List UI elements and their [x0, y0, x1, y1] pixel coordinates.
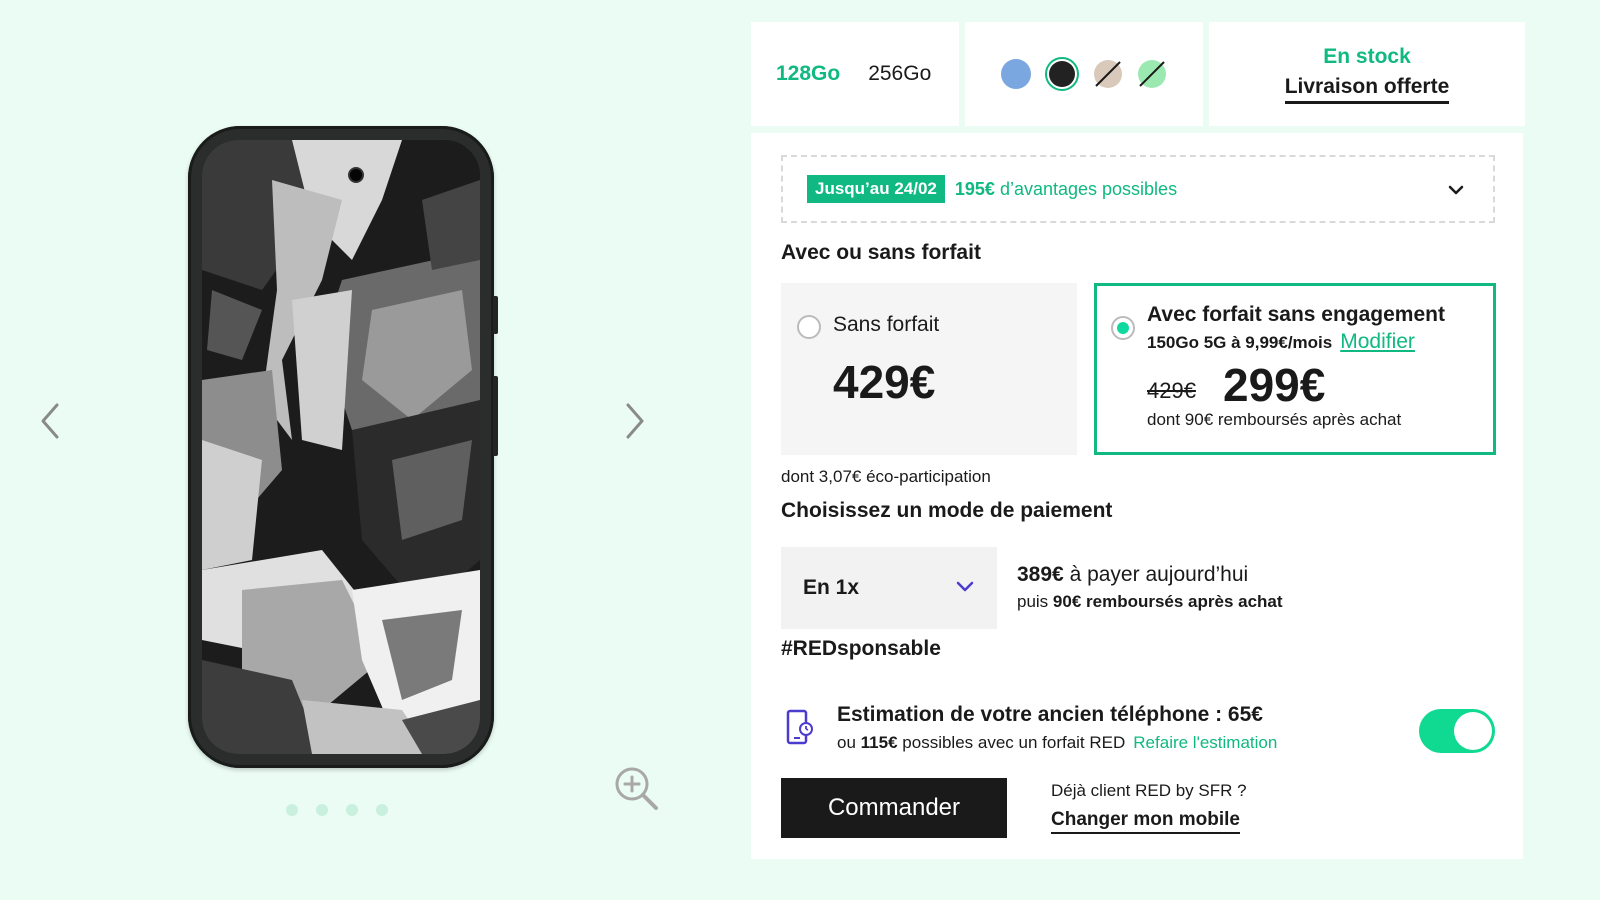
product-image: [188, 126, 494, 768]
chevron-down-icon[interactable]: [1447, 181, 1465, 199]
promo-text: 195€ d’avantages possibles: [955, 179, 1177, 200]
color-swatch-beige-unavailable[interactable]: [1093, 59, 1123, 89]
eco-participation: dont 3,07€ éco-participation: [781, 467, 991, 486]
avec-forfait-label: Avec forfait sans engagement: [1147, 303, 1445, 326]
pay-then-prefix: puis: [1017, 592, 1049, 611]
trade-in-toggle[interactable]: [1419, 709, 1495, 753]
sans-forfait-price: 429€: [833, 356, 936, 408]
avec-forfait-price: 299€: [1223, 359, 1326, 411]
responsable-title: #REDsponsable: [781, 637, 941, 660]
product-gallery: [0, 0, 700, 900]
estimate-amount: 115€: [860, 733, 898, 752]
pay-today: 389€ à payer aujourd’hui: [1017, 563, 1248, 587]
carousel-dot[interactable]: [346, 804, 358, 816]
modify-plan-link[interactable]: Modifier: [1340, 330, 1415, 353]
order-button[interactable]: Commander: [781, 778, 1007, 838]
trade-in-estimate-sub: ou 115€ possibles avec un forfait RED Ref…: [837, 733, 1277, 753]
front-camera: [348, 167, 364, 183]
pay-then-detail: 90€ remboursés après achat: [1052, 592, 1283, 611]
carousel-dot[interactable]: [316, 804, 328, 816]
radio-avec-forfait[interactable]: [1111, 316, 1135, 340]
plan-name: 150Go 5G à 9,99€/mois: [1147, 333, 1333, 352]
zoom-in-icon[interactable]: [612, 764, 660, 812]
plan-details: 150Go 5G à 9,99€/mois Modifier: [1147, 330, 1415, 354]
carousel-dot[interactable]: [376, 804, 388, 816]
promo-amount: 195€: [954, 178, 995, 199]
payment-mode-value: En 1x: [803, 576, 860, 599]
chevron-right-icon[interactable]: [620, 398, 650, 444]
radio-sans-forfait[interactable]: [797, 315, 821, 339]
option-avec-forfait[interactable]: Avec forfait sans engagement 150Go 5G à …: [1094, 283, 1496, 455]
availability-box: En stock Livraison offerte: [1209, 22, 1525, 126]
purchase-card: Jusqu’au 24/02 195€ d’avantages possible…: [751, 133, 1523, 859]
phone-button: [493, 376, 498, 456]
payment-mode-select[interactable]: En 1x: [781, 547, 997, 629]
estimate-prefix: ou: [837, 733, 856, 752]
wallpaper-image: [202, 140, 480, 754]
phone-screen: [202, 140, 480, 754]
toggle-knob: [1454, 712, 1492, 750]
color-swatch-blue[interactable]: [1001, 59, 1031, 89]
color-swatch-green-unavailable[interactable]: [1137, 59, 1167, 89]
carousel-dot[interactable]: [286, 804, 298, 816]
trade-in-estimate-title: Estimation de votre ancien téléphone : 6…: [837, 703, 1263, 726]
chevron-down-icon: [956, 581, 974, 592]
pay-today-text: à payer aujourd’hui: [1069, 563, 1249, 586]
estimate-text: possibles avec un forfait RED: [902, 733, 1126, 752]
storage-option-256[interactable]: 256Go: [868, 62, 931, 86]
sans-forfait-label: Sans forfait: [833, 313, 940, 336]
promo-banner[interactable]: Jusqu’au 24/02 195€ d’avantages possible…: [781, 155, 1495, 223]
stock-status: En stock: [1323, 44, 1411, 68]
promo-badge: Jusqu’au 24/02: [807, 175, 945, 203]
payment-section-title: Choisissez un mode de paiement: [781, 499, 1113, 522]
product-options-row: 128Go 256Go En stock Livraison offerte: [751, 22, 1525, 126]
promo-description: d’avantages possibles: [999, 178, 1178, 199]
old-price: 429€: [1147, 378, 1196, 403]
color-swatch-black[interactable]: [1045, 57, 1079, 91]
phone-button: [493, 296, 498, 334]
chevron-left-icon[interactable]: [35, 398, 65, 444]
phone-trade-in-icon: [786, 709, 813, 745]
color-selector: [965, 22, 1203, 126]
plan-section-title: Avec ou sans forfait: [781, 241, 981, 264]
existing-client-text: Déjà client RED by SFR ?: [1051, 781, 1247, 800]
change-mobile-link[interactable]: Changer mon mobile: [1051, 809, 1240, 834]
storage-option-128[interactable]: 128Go: [776, 62, 840, 86]
pay-today-amount: 389€: [1017, 563, 1064, 586]
carousel-dots: [286, 804, 388, 816]
pay-then: puis 90€ remboursés après achat: [1017, 592, 1283, 612]
storage-selector: 128Go 256Go: [751, 22, 959, 126]
refund-note: dont 90€ remboursés après achat: [1147, 410, 1402, 429]
redo-estimate-link[interactable]: Refaire l'estimation: [1133, 733, 1277, 752]
option-sans-forfait[interactable]: Sans forfait 429€: [781, 283, 1077, 455]
delivery-link[interactable]: Livraison offerte: [1284, 75, 1450, 104]
